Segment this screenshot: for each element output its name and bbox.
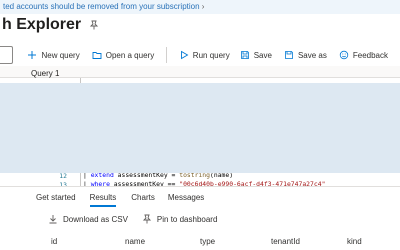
code-line: 3 | extend source = tostring(properties.…: [0, 83, 400, 107]
tab-query-1[interactable]: Query 1: [31, 69, 59, 78]
code-line: 11 | extend assessmentKey = tostring(nam…: [0, 155, 400, 179]
pin-to-dashboard-label: Pin to dashboard: [156, 214, 218, 224]
download-csv-button[interactable]: Download as CSV: [48, 214, 128, 224]
open-query-label: Open a query: [105, 50, 155, 60]
collapse-panel-button[interactable]: [0, 46, 14, 64]
save-as-label: Save as: [297, 50, 327, 60]
run-query-button[interactable]: Run query: [179, 50, 230, 60]
code-line: 6 source =~ "aws", properties.resourceDe…: [0, 110, 400, 134]
save-label: Save: [253, 50, 272, 60]
open-query-button[interactable]: Open a query: [92, 50, 154, 60]
query-tab-bar: Query 1: [0, 66, 400, 78]
column-header-kind[interactable]: kind: [347, 237, 362, 246]
notice-text: ted accounts should be removed from your…: [3, 2, 200, 11]
download-icon: [49, 215, 57, 224]
code-line: 5 trim(" ", tolower(tostring(case(source…: [0, 101, 400, 125]
smiley-icon: [339, 50, 349, 60]
results-tab-bar: Get started Results Charts Messages: [0, 186, 400, 208]
code-line: 12 | where assessmentKey == "00c6d40b-e9…: [0, 164, 400, 186]
tab-results[interactable]: Results: [89, 193, 116, 207]
tab-messages[interactable]: Messages: [168, 193, 204, 202]
folder-icon: [92, 52, 102, 59]
code-line: 9 | extend status = trim(" ", tostring(p…: [0, 137, 400, 161]
download-csv-label: Download as CSV: [63, 214, 128, 224]
pin-icon[interactable]: [89, 20, 99, 30]
save-as-icon: [285, 51, 293, 59]
new-query-label: New query: [41, 50, 80, 60]
tab-charts[interactable]: Charts: [131, 193, 155, 202]
pin-to-dashboard-button[interactable]: Pin to dashboard: [142, 214, 218, 224]
subscription-notice-banner[interactable]: ted accounts should be removed from your…: [0, 0, 400, 14]
save-as-button[interactable]: Save as: [284, 50, 327, 60]
feedback-button[interactable]: Feedback: [339, 50, 388, 60]
command-bar: New query Open a query Run query Save Sa…: [0, 43, 400, 67]
pin-icon: [142, 214, 152, 224]
play-icon: [180, 50, 189, 60]
code-line: 13: [0, 173, 400, 186]
code-line: 7 source =~ "gcp", properties.resourceDe…: [0, 119, 400, 143]
results-table-header: id name type tenantId kind: [0, 231, 400, 250]
new-query-button[interactable]: New query: [27, 50, 80, 60]
chevron-right-icon: ›: [201, 2, 205, 11]
code-line: 8 extract("^(.+)/providers/Microsoft.Sec…: [0, 128, 400, 152]
column-header-name[interactable]: name: [125, 237, 145, 246]
page-header: h Explorer: [0, 13, 99, 37]
toolbar-divider: [166, 47, 167, 63]
code-line: 4 | extend resourceId =: [0, 92, 400, 116]
results-actions: Download as CSV Pin to dashboard: [0, 210, 400, 228]
save-button[interactable]: Save: [240, 50, 272, 60]
run-query-label: Run query: [192, 50, 230, 60]
query-editor[interactable]: where type == "microsoft.security/assess…: [0, 78, 400, 186]
page-title: h Explorer: [2, 16, 82, 33]
column-header-id[interactable]: id: [51, 237, 57, 246]
code-line: 10 | extend cause = trim(" ", tostring(p…: [0, 146, 400, 170]
column-header-tenantid[interactable]: tenantId: [271, 237, 300, 246]
save-icon: [240, 51, 249, 59]
column-header-type[interactable]: type: [200, 237, 215, 246]
feedback-label: Feedback: [352, 50, 388, 60]
plus-icon: [28, 51, 37, 59]
tab-get-started[interactable]: Get started: [36, 193, 76, 202]
